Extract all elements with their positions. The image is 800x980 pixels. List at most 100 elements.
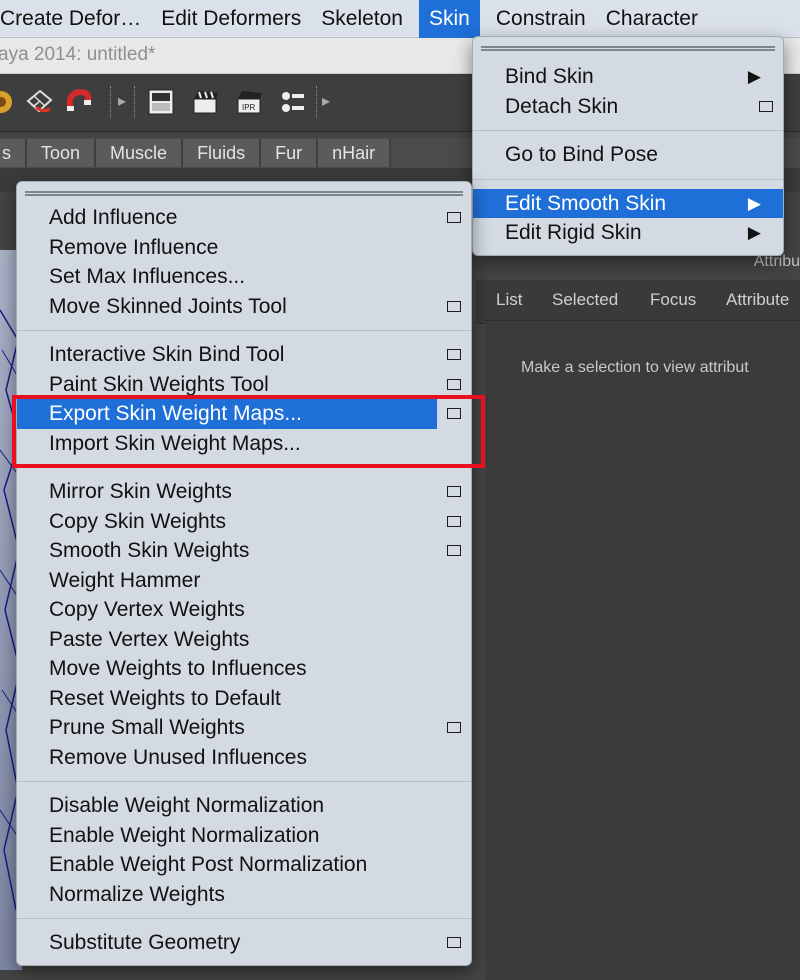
menu-item-label: Disable Weight Normalization <box>49 794 325 817</box>
svg-text:IPR: IPR <box>242 103 256 112</box>
menu-item-prune-small-weights[interactable]: Prune Small Weights <box>17 713 471 743</box>
menu-item-label: Copy Skin Weights <box>49 509 227 533</box>
menu-separator <box>473 178 783 180</box>
menu-item-label: Remove Influence <box>49 235 219 259</box>
menu-item-label: Interactive Skin Bind Tool <box>49 343 285 366</box>
menu-item-label: Reset Weights to Default <box>49 686 281 710</box>
paint-tool-icon[interactable] <box>0 87 16 117</box>
menu-item-edit-smooth-skin[interactable]: Edit Smooth Skin ▶ <box>473 188 783 218</box>
menu-item-label: Substitute Geometry <box>49 931 241 954</box>
clapboard-icon[interactable] <box>190 87 220 117</box>
shelf-tab-toon[interactable]: Toon <box>27 139 97 167</box>
menu-item-label: Move Weights to Influences <box>49 657 307 680</box>
toolbar-separator <box>316 86 318 118</box>
menu-constrain[interactable]: Constrain <box>486 0 596 38</box>
option-box-icon[interactable] <box>447 515 461 527</box>
menu-item-reset-weights-to-default[interactable]: Reset Weights to Default <box>17 684 471 714</box>
tab-focus[interactable]: Focus <box>650 290 696 310</box>
menu-separator <box>17 781 471 782</box>
tab-attributes[interactable]: Attribute <box>726 290 789 310</box>
menu-item-substitute-geometry[interactable]: Substitute Geometry <box>17 928 471 958</box>
menu-item-interactive-skin-bind-tool[interactable]: Interactive Skin Bind Tool <box>17 340 471 370</box>
shelf-tab-fluids[interactable]: Fluids <box>183 139 262 167</box>
menu-item-label: Weight Hammer <box>49 568 201 592</box>
menu-item-bind-skin[interactable]: Bind Skin ▶ <box>473 62 783 92</box>
window-title: aya 2014: untitled* <box>0 44 156 65</box>
skin-menu: Bind Skin ▶ Detach Skin Go to Bind Pose … <box>472 36 784 256</box>
tab-list[interactable]: List <box>496 290 522 310</box>
expand-arrow-icon[interactable]: ▸ <box>322 91 330 111</box>
attribute-editor-tabs: List Selected Focus Attribute <box>476 280 800 324</box>
menu-separator <box>473 130 783 131</box>
menu-edit-deformers[interactable]: Edit Deformers <box>151 0 311 38</box>
main-menubar: Create Defor… Edit Deformers Skeleton Sk… <box>0 0 800 38</box>
tab-selected[interactable]: Selected <box>552 290 618 310</box>
menu-item-detach-skin[interactable]: Detach Skin <box>473 92 783 122</box>
menu-item-label: Enable Weight Post Normalization <box>49 853 368 876</box>
tear-off-handle[interactable] <box>481 46 775 51</box>
option-box-icon[interactable] <box>447 349 461 360</box>
menu-item-disable-weight-normalization[interactable]: Disable Weight Normalization <box>17 791 471 821</box>
menu-item-label: Go to Bind Pose <box>505 143 658 166</box>
magnet-icon[interactable] <box>64 87 94 117</box>
attribute-editor: Attribu List Selected Focus Attribute Ma… <box>476 248 800 980</box>
menu-item-label: Mirror Skin Weights <box>49 480 232 503</box>
option-box-icon[interactable] <box>447 486 461 497</box>
menu-skeleton[interactable]: Skeleton <box>311 0 413 38</box>
menu-skin[interactable]: Skin <box>419 0 480 38</box>
option-box-icon[interactable] <box>447 722 461 733</box>
menu-item-edit-rigid-skin[interactable]: Edit Rigid Skin ▶ <box>473 218 783 248</box>
menu-item-normalize-weights[interactable]: Normalize Weights <box>17 880 471 910</box>
option-box-icon[interactable] <box>759 100 773 112</box>
menu-item-label: Prune Small Weights <box>49 716 245 739</box>
selection-hint: Make a selection to view attribut <box>521 359 749 376</box>
menu-item-move-weights-to-influences[interactable]: Move Weights to Influences <box>17 654 471 684</box>
option-box-icon[interactable] <box>447 545 461 556</box>
menu-item-label: Detach Skin <box>505 94 619 118</box>
menu-item-move-skinned-joints-tool[interactable]: Move Skinned Joints Tool <box>17 292 471 322</box>
render-settings-icon[interactable] <box>278 87 308 117</box>
option-box-icon[interactable] <box>447 212 461 223</box>
menu-item-enable-weight-post-normalization[interactable]: Enable Weight Post Normalization <box>17 850 471 880</box>
expand-arrow-icon[interactable]: ▸ <box>118 91 126 111</box>
menu-item-enable-weight-normalization[interactable]: Enable Weight Normalization <box>17 821 471 851</box>
menu-item-label: Move Skinned Joints Tool <box>49 294 287 318</box>
shelf-tab-nhair[interactable]: nHair <box>318 139 392 167</box>
menu-item-smooth-skin-weights[interactable]: Smooth Skin Weights <box>17 536 471 566</box>
menu-create-deformers[interactable]: Create Defor… <box>0 0 151 38</box>
option-box-icon[interactable] <box>447 937 461 948</box>
toolbar-separator <box>134 86 136 118</box>
option-box-icon[interactable] <box>447 378 461 390</box>
menu-item-label: Copy Vertex Weights <box>49 598 245 621</box>
menu-item-remove-unused-influences[interactable]: Remove Unused Influences <box>17 743 471 773</box>
render-view-icon[interactable] <box>146 87 176 117</box>
shelf-tab-muscle[interactable]: Muscle <box>96 139 184 167</box>
menu-item-label: Paste Vertex Weights <box>49 627 250 651</box>
shelf-tab-partial[interactable]: s <box>0 139 27 167</box>
menu-item-label: Set Max Influences... <box>49 265 246 288</box>
menu-item-mirror-skin-weights[interactable]: Mirror Skin Weights <box>17 477 471 507</box>
lattice-icon[interactable] <box>24 87 54 117</box>
menu-item-remove-influence[interactable]: Remove Influence <box>17 233 471 263</box>
menu-item-go-to-bind-pose[interactable]: Go to Bind Pose <box>473 140 783 170</box>
menu-item-copy-vertex-weights[interactable]: Copy Vertex Weights <box>17 595 471 625</box>
ipr-clapboard-icon[interactable]: IPR <box>234 87 264 117</box>
maya-window: Create Defor… Edit Deformers Skeleton Sk… <box>0 0 800 980</box>
submenu-arrow-icon: ▶ <box>747 223 761 242</box>
menu-item-add-influence[interactable]: Add Influence <box>17 203 471 233</box>
menu-separator <box>17 330 471 331</box>
menu-character[interactable]: Character <box>596 0 708 38</box>
option-box-icon[interactable] <box>447 300 461 312</box>
submenu-arrow-icon: ▶ <box>747 193 761 213</box>
tear-off-handle[interactable] <box>25 191 463 196</box>
shelf-tab-fur[interactable]: Fur <box>261 139 319 167</box>
menu-item-set-max-influences[interactable]: Set Max Influences... <box>17 262 471 292</box>
menu-item-paste-vertex-weights[interactable]: Paste Vertex Weights <box>17 625 471 655</box>
menu-item-label: Paint Skin Weights Tool <box>49 372 269 396</box>
annotation-highlight-box <box>12 395 485 468</box>
menu-item-label: Remove Unused Influences <box>49 745 307 769</box>
menu-item-copy-skin-weights[interactable]: Copy Skin Weights <box>17 507 471 537</box>
menu-item-label: Smooth Skin Weights <box>49 539 250 562</box>
menu-item-weight-hammer[interactable]: Weight Hammer <box>17 566 471 596</box>
menu-item-label: Enable Weight Normalization <box>49 823 320 847</box>
